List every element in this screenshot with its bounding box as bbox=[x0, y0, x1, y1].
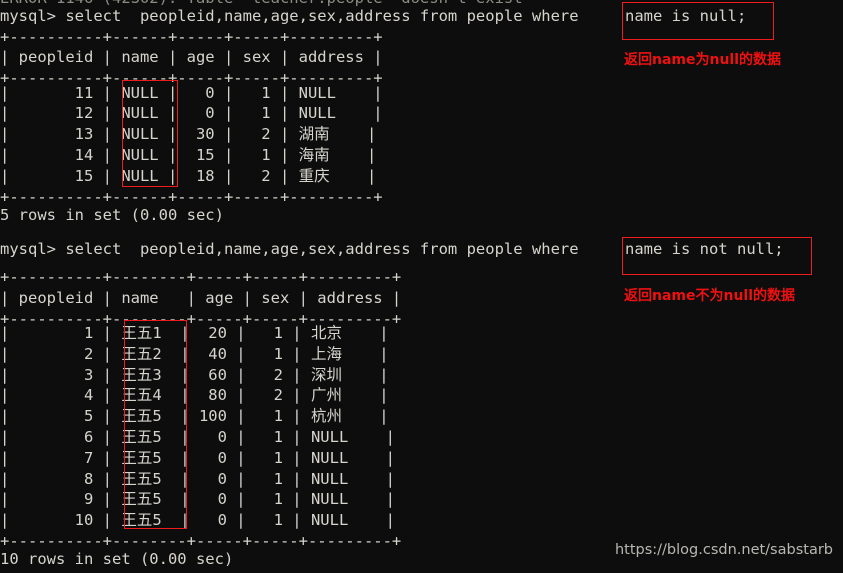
table-row: | 3 | 王五3 | 60 | 2 | 深圳 | bbox=[0, 365, 389, 384]
terminal-output: ERROR 1146 (42S02): Table 'teacher.peopl… bbox=[0, 0, 784, 573]
table-row: | 1 | 王五1 | 20 | 1 | 北京 | bbox=[0, 324, 389, 342]
table-row: | 5 | 王五5 | 100 | 1 | 杭州 | bbox=[0, 407, 389, 426]
query-line-1[interactable]: mysql> select peopleid,name,age,sex,addr… bbox=[0, 6, 588, 27]
result1-status: 5 rows in set (0.00 sec) bbox=[0, 205, 224, 224]
table1-border-top: +----------+------+-----+-----+---------… bbox=[0, 27, 383, 46]
table-row: | 7 | 王五5 | 0 | 1 | NULL | bbox=[0, 448, 395, 467]
annotation-note-2: 返回name不为null的数据 bbox=[624, 288, 796, 304]
table-row: | 6 | 王五5 | 0 | 1 | NULL | bbox=[0, 428, 395, 446]
table-row: | 2 | 王五2 | 40 | 1 | 上海 | bbox=[0, 344, 389, 363]
table-row: | 13 | NULL | 30 | 2 | 湖南 | bbox=[0, 125, 377, 144]
table2-header-row: | peopleid | name | age | sex | address … bbox=[0, 288, 402, 307]
table-row: | 9 | 王五5 | 0 | 1 | NULL | bbox=[0, 490, 395, 509]
table-row: | 12 | NULL | 0 | 1 | NULL | bbox=[0, 104, 383, 123]
table-row: | 8 | 王五5 | 0 | 1 | NULL | bbox=[0, 469, 395, 488]
annotation-note-1: 返回name为null的数据 bbox=[624, 52, 782, 68]
result2-status: 10 rows in set (0.00 sec) bbox=[0, 550, 234, 568]
table2-border-top: +----------+--------+-----+-----+-------… bbox=[0, 268, 402, 286]
terminal-screen: ERROR 1146 (42S02): Table 'teacher.peopl… bbox=[0, 0, 843, 573]
table1-header-row: | peopleid | name | age | sex | address … bbox=[0, 48, 383, 67]
table-row: | 10 | 王五5 | 0 | 1 | NULL | bbox=[0, 511, 395, 530]
watermark-url: https://blog.csdn.net/sabstarb bbox=[614, 542, 833, 559]
table-row: | 15 | NULL | 18 | 2 | 重庆 | bbox=[0, 166, 377, 185]
query-line-2[interactable]: mysql> select peopleid,name,age,sex,addr… bbox=[0, 239, 588, 260]
table-row: | 4 | 王五4 | 80 | 2 | 广州 | bbox=[0, 386, 389, 405]
query-line-2-highlighted-clause[interactable]: name is not null; bbox=[625, 239, 784, 260]
table-row: | 11 | NULL | 0 | 1 | NULL | bbox=[0, 83, 383, 102]
query-line-1-highlighted-clause[interactable]: name is null; bbox=[625, 6, 746, 27]
table-row: | 14 | NULL | 15 | 1 | 海南 | bbox=[0, 145, 377, 164]
